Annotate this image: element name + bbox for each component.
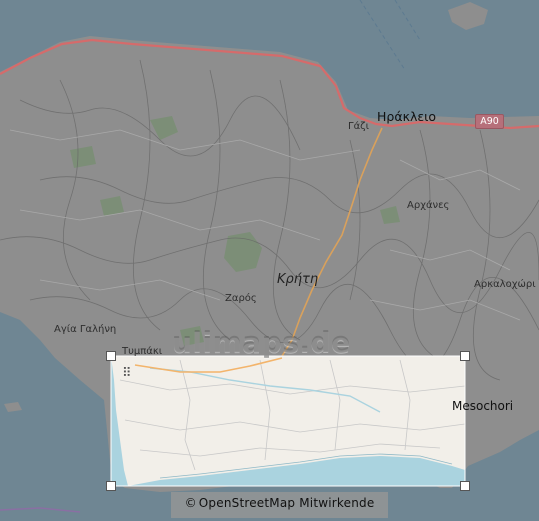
resize-handle-top-right[interactable] bbox=[460, 351, 470, 361]
copyright-icon: © bbox=[184, 496, 197, 510]
label-archanes[interactable]: Αρχάνες bbox=[407, 200, 449, 212]
selection-content bbox=[111, 356, 465, 486]
label-region-crete: Κρήτη bbox=[277, 272, 319, 287]
label-gazi[interactable]: Γάζι bbox=[348, 121, 369, 133]
label-mesochori[interactable]: Mesochori bbox=[452, 400, 513, 412]
road-shield-a90: A90 bbox=[475, 114, 504, 129]
label-heraklion[interactable]: Ηράκλειο bbox=[377, 110, 436, 123]
map-viewport[interactable]: Ηράκλειο Γάζι Αρχάνες Αρκαλοχώρι Ζαρός Α… bbox=[0, 0, 539, 521]
label-arkalochori[interactable]: Αρκαλοχώρι bbox=[474, 279, 536, 291]
map-canvas[interactable] bbox=[0, 0, 539, 521]
move-grip-icon[interactable]: ⠿ bbox=[122, 367, 132, 380]
label-zaros[interactable]: Ζαρός bbox=[225, 293, 257, 305]
attribution-bar: © OpenStreetMap Mitwirkende bbox=[171, 492, 388, 518]
label-agia-galini[interactable]: Αγία Γαλήνη bbox=[54, 324, 116, 336]
resize-handle-top-left[interactable] bbox=[106, 351, 116, 361]
watermark-logo: ulimaps.de bbox=[172, 326, 351, 359]
attribution-text[interactable]: OpenStreetMap Mitwirkende bbox=[199, 496, 375, 510]
resize-handle-bottom-left[interactable] bbox=[106, 481, 116, 491]
label-tympaki[interactable]: Τυμπάκι bbox=[122, 346, 162, 358]
resize-handle-bottom-right[interactable] bbox=[460, 481, 470, 491]
